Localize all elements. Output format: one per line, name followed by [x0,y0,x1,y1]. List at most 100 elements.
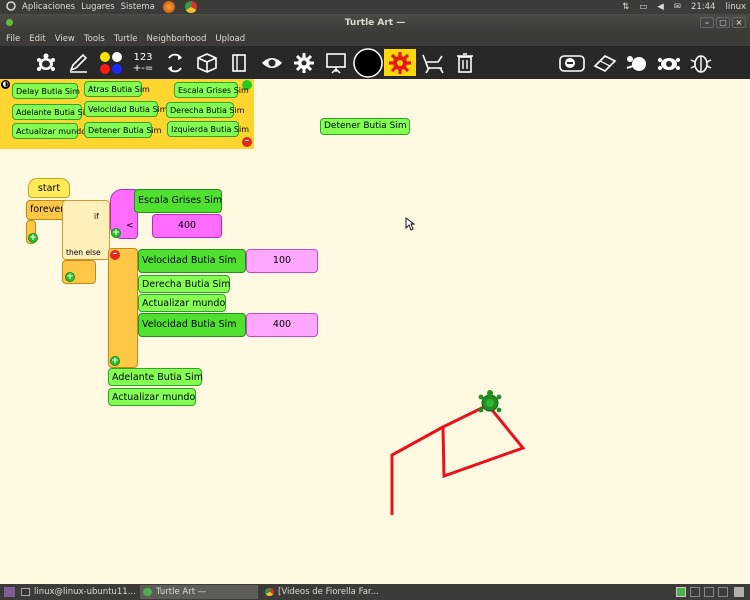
palette-block-speed[interactable]: Velocidad Butia Sim [84,101,168,117]
flow-palette-icon[interactable] [162,49,188,76]
task-terminal-label: linux@linux-ubuntu11.... [34,587,136,597]
volume-icon[interactable]: ◀ [657,2,664,12]
hide-blocks-icon[interactable] [556,49,588,76]
else-expand-icon[interactable]: + [65,272,75,282]
stop-turtle-icon[interactable] [352,47,384,78]
compare-expand-icon[interactable]: + [111,228,121,238]
user-name[interactable]: linux [725,2,746,12]
network-icon[interactable]: ⇅ [622,2,629,12]
menu-applications[interactable]: Aplicaciones [22,2,75,12]
block-adelante[interactable]: Adelante Butia Sim [108,368,203,386]
task-browser-label: [Videos de Fiorella Far... [278,587,379,597]
workspace-4-icon[interactable] [718,587,728,597]
menubar: File Edit View Tools Turtle Neighborhood… [0,32,750,46]
gear-icon[interactable] [290,49,318,76]
palette-block-update[interactable]: Actualizar mundo [12,123,86,139]
pen-palette-icon[interactable] [64,49,92,76]
palette-block-right[interactable]: Derecha Butia Sim [166,102,245,118]
block-start[interactable]: start [28,178,70,198]
menu-view[interactable]: View [55,34,75,44]
palette-block-back[interactable]: Atras Butia Sim [84,81,150,97]
turtle-palette-icon[interactable] [32,49,60,76]
task-turtle-art-label: Turtle Art — [156,587,207,597]
palette-orientation-icon[interactable]: ◐ [1,80,10,89]
turtle-drawing [390,403,526,515]
trash-icon[interactable] [452,49,478,76]
block-detener-floating[interactable]: Detener Butia Sim [320,118,410,135]
butia-palette: ◐ Delay Butia Sim Atras Butia Sim Escala… [0,79,254,149]
block-actualizar-2[interactable]: Actualizar mundo [108,388,196,406]
presentation-icon[interactable] [322,49,350,76]
menu-file[interactable]: File [6,34,20,44]
task-browser[interactable]: [Videos de Fiorella Far... [262,585,382,599]
block-derecha[interactable]: Derecha Butia Sim [138,275,230,293]
palette-collapse-icon[interactable]: – [242,137,252,147]
if-label: if [94,212,99,221]
minimize-button[interactable]: – [700,17,714,28]
bottom-panel: linux@linux-ubuntu11.... Turtle Art — [V… [0,584,750,600]
toolbar: 123 +-= [0,46,750,79]
menu-upload[interactable]: Upload [215,34,245,44]
eraser-icon[interactable] [590,49,620,76]
extras-palette-icon[interactable] [226,49,252,76]
app-status-icon [6,19,13,26]
menu-neighborhood[interactable]: Neighborhood [147,34,207,44]
turtle-sprite-icon[interactable] [476,389,504,417]
number-threshold[interactable]: 400 [152,214,222,238]
colors-palette-icon[interactable] [96,49,126,76]
show-desktop-icon[interactable] [4,587,15,597]
window-titlebar[interactable]: Turtle Art — – □ × [0,14,750,32]
firefox-icon[interactable] [162,1,175,13]
forever-expand-icon[interactable]: + [28,233,38,243]
ubuntu-logo-icon[interactable] [6,0,16,14]
eye-icon[interactable] [258,49,286,76]
trash-applet-icon[interactable] [734,587,744,597]
block-velocidad-2[interactable]: Velocidad Butia Sim [138,313,246,337]
menu-places[interactable]: Lugares [81,2,115,12]
block-velocidad-1[interactable]: Velocidad Butia Sim [138,249,246,273]
menu-edit[interactable]: Edit [29,34,45,44]
block-actualizar-1[interactable]: Actualizar mundo [138,294,226,312]
palette-block-forward[interactable]: Adelante Butia Sim [12,104,93,120]
keyboard-icon[interactable]: ▭ [639,2,647,12]
beach-chair-icon[interactable] [418,49,448,76]
pen-trail [390,403,526,515]
butia-palette-icon[interactable] [384,49,416,76]
block-escala-grises[interactable]: Escala Grises Sim [134,189,222,213]
mouse-cursor-icon [405,217,415,231]
palette-block-delay[interactable]: Delay Butia Sim [12,83,80,99]
run-fast-icon[interactable] [622,49,652,76]
numbers-label: 123 [133,51,153,63]
task-turtle-art[interactable]: Turtle Art — [140,585,258,599]
numbers-palette-icon[interactable]: 123 +-= [130,49,156,76]
window-title: Turtle Art — [344,18,406,28]
then-expand-icon[interactable]: + [110,356,120,366]
palette-block-left[interactable]: Izquierda Butia Sim [167,121,249,137]
run-slow-icon[interactable] [654,49,684,76]
terminal-icon [21,588,30,596]
top-panel: Aplicaciones Lugares Sistema ⇅ ▭ ◀ ✉ 21:… [0,0,750,14]
less-than-label: < [126,221,134,231]
turtle-canvas[interactable]: ◐ Delay Butia Sim Atras Butia Sim Escala… [0,79,750,584]
number-speed-2[interactable]: 400 [246,313,318,337]
task-terminal[interactable]: linux@linux-ubuntu11.... [18,585,136,599]
mail-icon[interactable]: ✉ [674,2,681,12]
workspace-3-icon[interactable] [704,587,714,597]
blocks-palette-icon[interactable] [194,49,220,76]
close-button[interactable]: × [732,17,746,28]
workspace-2-icon[interactable] [690,587,700,597]
clock[interactable]: 21:44 [691,2,716,12]
palette-block-grayscale[interactable]: Escala Grises Sim [174,82,249,98]
debug-icon[interactable] [686,49,716,76]
chromium-icon[interactable] [184,1,197,13]
if-collapse-icon[interactable]: – [110,250,120,260]
then-else-label: then else [66,248,101,257]
number-speed-1[interactable]: 100 [246,249,318,273]
maximize-button[interactable]: □ [716,17,730,28]
then-arm [108,248,138,368]
menu-system[interactable]: Sistema [121,2,155,12]
workspace-1-icon[interactable] [676,587,686,597]
menu-turtle[interactable]: Turtle [114,34,138,44]
menu-tools[interactable]: Tools [84,34,105,44]
palette-block-stop[interactable]: Detener Butia Sim [84,122,161,138]
